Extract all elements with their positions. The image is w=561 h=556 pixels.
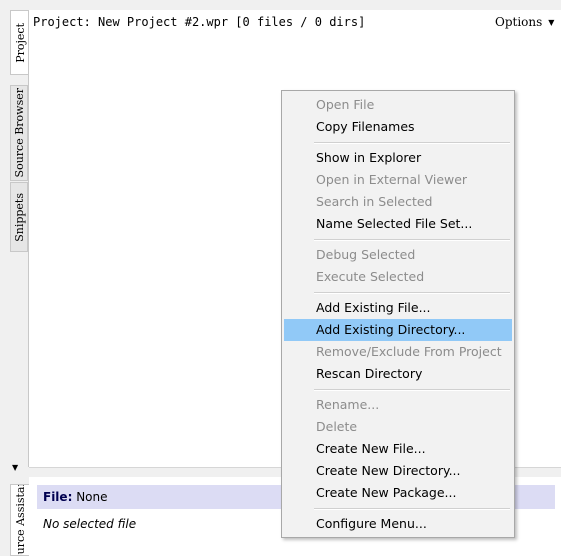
menu-item-execute-selected: Execute Selected xyxy=(316,269,425,284)
tab-project[interactable]: Project xyxy=(10,10,29,75)
top-strip xyxy=(0,0,561,9)
menu-separator xyxy=(314,508,510,510)
menu-separator xyxy=(314,389,510,391)
menu-separator xyxy=(314,239,510,241)
menu-item-configure-menu[interactable]: Configure Menu... xyxy=(284,513,512,535)
file-label: File: xyxy=(43,490,73,504)
menu-item-search-in-selected: Search in Selected xyxy=(316,194,433,209)
options-button[interactable]: Options ▼ xyxy=(495,15,554,29)
options-dropdown-icon: ▼ xyxy=(548,18,555,27)
tab-snippets[interactable]: Snippets xyxy=(10,182,28,252)
tab-source-browser-label: Source Browser xyxy=(12,88,26,178)
file-value: None xyxy=(76,490,108,504)
tab-source-assistant[interactable]: Source Assistant xyxy=(10,484,29,556)
menu-separator xyxy=(314,292,510,294)
menu-item-create-new-package[interactable]: Create New Package... xyxy=(284,482,512,504)
menu-item-remove-exclude: Remove/Exclude From Project xyxy=(316,344,502,359)
tab-snippets-label: Snippets xyxy=(12,192,26,242)
bottom-tab-column: Source Assistant xyxy=(0,476,29,556)
options-label: Options xyxy=(495,15,543,29)
collapse-panel-arrow-icon[interactable]: ▼ xyxy=(12,463,18,472)
menu-separator xyxy=(314,142,510,144)
menu-item-create-new-directory[interactable]: Create New Directory... xyxy=(284,460,512,482)
menu-item-create-new-file[interactable]: Create New File... xyxy=(284,438,512,460)
tab-source-assistant-label: Source Assistant xyxy=(13,484,27,556)
menu-item-rename: Rename... xyxy=(316,397,380,412)
menu-item-open-file: Open File xyxy=(316,97,375,112)
menu-item-rescan-directory[interactable]: Rescan Directory xyxy=(284,363,512,385)
menu-item-delete: Delete xyxy=(316,419,358,434)
menu-item-open-external-viewer: Open in External Viewer xyxy=(316,172,468,187)
tab-project-label: Project xyxy=(13,22,27,63)
side-tab-column: Project Source Browser Snippets ▼ xyxy=(0,9,29,556)
menu-item-copy-filenames[interactable]: Copy Filenames xyxy=(284,116,512,138)
menu-item-debug-selected: Debug Selected xyxy=(316,247,416,262)
menu-item-add-existing-directory[interactable]: Add Existing Directory... xyxy=(284,319,512,341)
menu-item-add-existing-file[interactable]: Add Existing File... xyxy=(284,297,512,319)
no-selected-file-text: No selected file xyxy=(43,517,137,531)
tab-source-browser[interactable]: Source Browser xyxy=(10,85,28,181)
project-header: Project: New Project #2.wpr [0 files / 0… xyxy=(33,15,366,29)
menu-item-name-file-set[interactable]: Name Selected File Set... xyxy=(284,213,512,235)
menu-item-show-in-explorer[interactable]: Show in Explorer xyxy=(284,147,512,169)
context-menu: Open File Copy Filenames Show in Explore… xyxy=(281,90,515,538)
